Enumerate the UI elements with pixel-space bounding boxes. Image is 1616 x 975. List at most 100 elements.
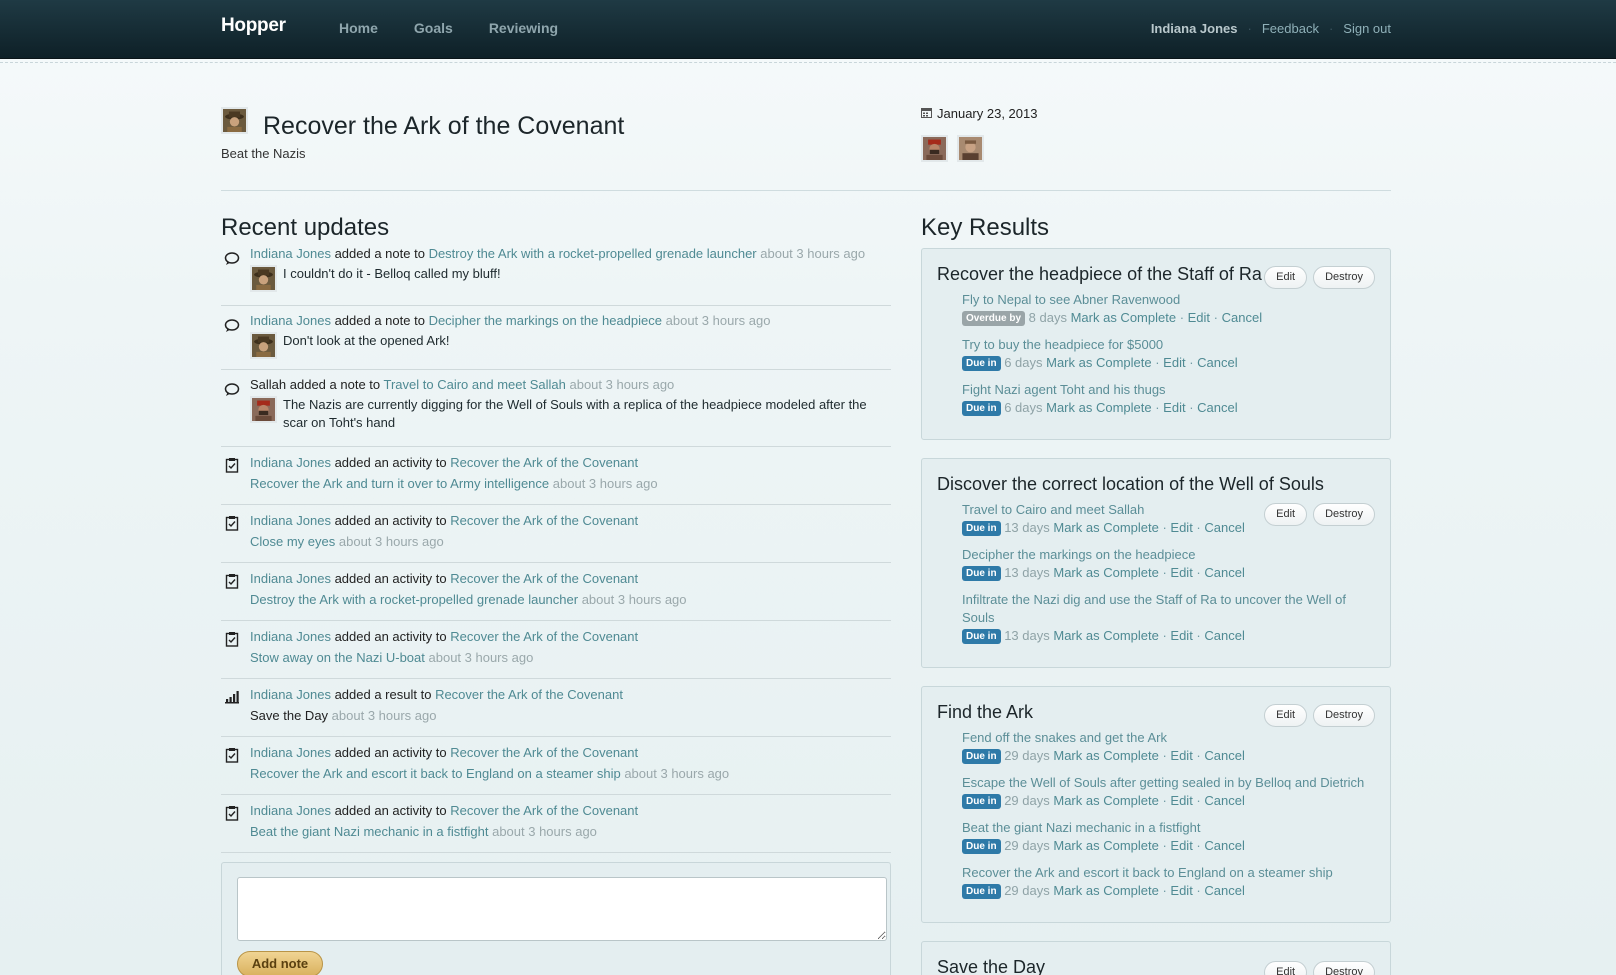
destroy-button[interactable]: Destroy <box>1313 961 1375 975</box>
edit-button[interactable]: Edit <box>1264 961 1308 975</box>
activity-name[interactable]: Fend off the snakes and get the Ark <box>962 730 1167 745</box>
days-count: 29 days <box>1004 793 1050 808</box>
cancel-link[interactable]: Cancel <box>1197 355 1237 370</box>
actor-link[interactable]: Indiana Jones <box>250 313 331 328</box>
days-count: 13 days <box>1004 520 1050 535</box>
actor-link[interactable]: Indiana Jones <box>250 455 331 470</box>
due-badge: Due in <box>962 629 1001 644</box>
destroy-button[interactable]: Destroy <box>1313 266 1375 289</box>
days-count: 6 days <box>1004 355 1043 370</box>
due-badge: Due in <box>962 794 1001 809</box>
actor-link[interactable]: Indiana Jones <box>250 745 331 760</box>
target-link[interactable]: Recover the Ark of the Covenant <box>450 513 638 528</box>
add-note-panel: Add note <box>221 862 891 975</box>
activity-link[interactable]: Beat the giant Nazi mechanic in a fistfi… <box>250 824 488 839</box>
add-note-button[interactable]: Add note <box>237 951 323 975</box>
cancel-link[interactable]: Cancel <box>1204 793 1244 808</box>
edit-link[interactable]: Edit <box>1170 838 1192 853</box>
clipboard-icon <box>224 805 240 821</box>
target-link[interactable]: Recover the Ark of the Covenant <box>450 455 638 470</box>
cancel-link[interactable]: Cancel <box>1222 310 1262 325</box>
edit-link[interactable]: Edit <box>1170 628 1192 643</box>
activity-link[interactable]: Stow away on the Nazi U-boat <box>250 650 425 665</box>
nav-home[interactable]: Home <box>339 20 378 36</box>
activity-link[interactable]: Recover the Ark and escort it back to En… <box>250 766 621 781</box>
nav-goals[interactable]: Goals <box>414 20 453 36</box>
target-link[interactable]: Travel to Cairo and meet Sallah <box>384 377 566 392</box>
edit-button[interactable]: Edit <box>1264 266 1308 289</box>
edit-link[interactable]: Edit <box>1170 883 1192 898</box>
activity-name[interactable]: Fight Nazi agent Toht and his thugs <box>962 382 1166 397</box>
feedback-link[interactable]: Feedback <box>1262 21 1319 36</box>
main-nav: Home Goals Reviewing <box>339 20 558 36</box>
list-item: Indiana Jones added a result to Recover … <box>221 679 891 737</box>
update-time: about 3 hours ago <box>331 708 437 723</box>
edit-link[interactable]: Edit <box>1170 520 1192 535</box>
edit-link[interactable]: Edit <box>1163 355 1185 370</box>
nav-reviewing[interactable]: Reviewing <box>489 20 558 36</box>
actor-link[interactable]: Indiana Jones <box>250 629 331 644</box>
activity-name[interactable]: Beat the giant Nazi mechanic in a fistfi… <box>962 820 1200 835</box>
mark-complete-link[interactable]: Mark as Complete <box>1053 565 1158 580</box>
activity-name[interactable]: Infiltrate the Nazi dig and use the Staf… <box>962 592 1346 625</box>
activity-name[interactable]: Fly to Nepal to see Abner Ravenwood <box>962 292 1180 307</box>
edit-link[interactable]: Edit <box>1170 793 1192 808</box>
actor-link[interactable]: Indiana Jones <box>250 803 331 818</box>
target-link[interactable]: Recover the Ark of the Covenant <box>450 745 638 760</box>
signout-link[interactable]: Sign out <box>1343 21 1391 36</box>
activity-link[interactable]: Close my eyes <box>250 534 335 549</box>
avatar[interactable] <box>921 135 948 162</box>
activity-link[interactable]: Recover the Ark and turn it over to Army… <box>250 476 549 491</box>
cancel-link[interactable]: Cancel <box>1197 400 1237 415</box>
cancel-link[interactable]: Cancel <box>1204 748 1244 763</box>
mark-complete-link[interactable]: Mark as Complete <box>1053 883 1158 898</box>
cancel-link[interactable]: Cancel <box>1204 838 1244 853</box>
activity-name[interactable]: Try to buy the headpiece for $5000 <box>962 337 1163 352</box>
avatar[interactable] <box>957 135 984 162</box>
mark-complete-link[interactable]: Mark as Complete <box>1053 838 1158 853</box>
target-link[interactable]: Recover the Ark of the Covenant <box>450 571 638 586</box>
cancel-link[interactable]: Cancel <box>1204 883 1244 898</box>
mark-complete-link[interactable]: Mark as Complete <box>1046 400 1151 415</box>
mark-complete-link[interactable]: Mark as Complete <box>1053 520 1158 535</box>
recent-updates-heading: Recent updates <box>221 214 390 241</box>
note-textarea[interactable] <box>237 877 887 941</box>
activity-name[interactable]: Escape the Well of Souls after getting s… <box>962 775 1364 790</box>
mark-complete-link[interactable]: Mark as Complete <box>1071 310 1176 325</box>
activity-link[interactable]: Destroy the Ark with a rocket-propelled … <box>250 592 578 607</box>
activity-name[interactable]: Recover the Ark and escort it back to En… <box>962 865 1333 880</box>
activity-name[interactable]: Decipher the markings on the headpiece <box>962 547 1195 562</box>
list-item: Indiana Jones added an activity to Recov… <box>221 737 891 795</box>
cancel-link[interactable]: Cancel <box>1204 565 1244 580</box>
activity-name[interactable]: Travel to Cairo and meet Sallah <box>962 502 1144 517</box>
cancel-link[interactable]: Cancel <box>1204 628 1244 643</box>
edit-link[interactable]: Edit <box>1163 400 1185 415</box>
current-user-link[interactable]: Indiana Jones <box>1151 21 1238 36</box>
destroy-button[interactable]: Destroy <box>1313 503 1375 526</box>
update-verb: added an activity to <box>334 745 447 760</box>
list-item: Sallah added a note to Travel to Cairo a… <box>221 370 891 447</box>
target-link[interactable]: Recover the Ark of the Covenant <box>450 629 638 644</box>
edit-link[interactable]: Edit <box>1188 310 1210 325</box>
target-link[interactable]: Recover the Ark of the Covenant <box>435 687 623 702</box>
target-link[interactable]: Recover the Ark of the Covenant <box>450 803 638 818</box>
target-link[interactable]: Destroy the Ark with a rocket-propelled … <box>429 246 757 261</box>
destroy-button[interactable]: Destroy <box>1313 704 1375 727</box>
mark-complete-link[interactable]: Mark as Complete <box>1053 748 1158 763</box>
result-name: Save the Day <box>250 708 329 723</box>
actor-link[interactable]: Indiana Jones <box>250 246 331 261</box>
edit-button[interactable]: Edit <box>1264 704 1308 727</box>
edit-link[interactable]: Edit <box>1170 748 1192 763</box>
brand-logo[interactable]: Hopper <box>221 15 286 37</box>
actor-link[interactable]: Indiana Jones <box>250 571 331 586</box>
days-count: 29 days <box>1004 748 1050 763</box>
target-link[interactable]: Decipher the markings on the headpiece <box>429 313 662 328</box>
mark-complete-link[interactable]: Mark as Complete <box>1046 355 1151 370</box>
cancel-link[interactable]: Cancel <box>1204 520 1244 535</box>
edit-link[interactable]: Edit <box>1170 565 1192 580</box>
mark-complete-link[interactable]: Mark as Complete <box>1053 628 1158 643</box>
actor-link[interactable]: Indiana Jones <box>250 513 331 528</box>
activity-item: Fend off the snakes and get the Ark Due … <box>962 730 1245 764</box>
actor-link[interactable]: Indiana Jones <box>250 687 331 702</box>
mark-complete-link[interactable]: Mark as Complete <box>1053 793 1158 808</box>
